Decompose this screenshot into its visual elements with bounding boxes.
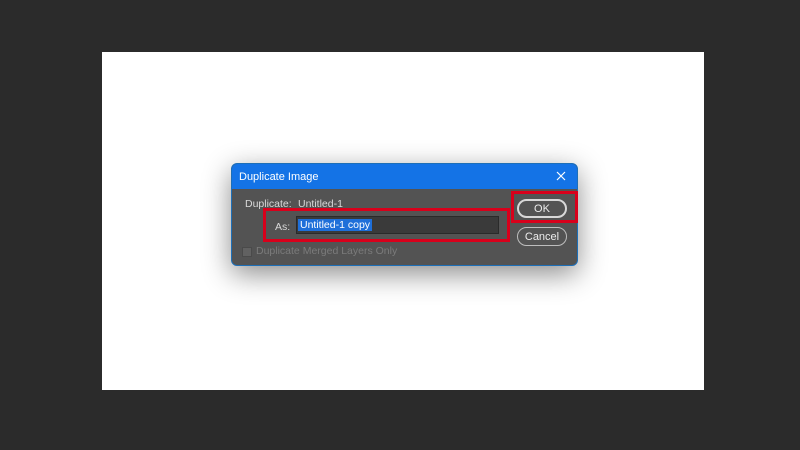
dialog-titlebar: Duplicate Image — [232, 164, 577, 189]
merged-layers-checkbox[interactable] — [242, 247, 252, 257]
as-field-highlight-box — [263, 208, 510, 242]
close-icon[interactable] — [551, 166, 571, 186]
merged-layers-label: Duplicate Merged Layers Only — [256, 245, 398, 257]
ok-highlight-box — [511, 191, 578, 223]
dialog-title: Duplicate Image — [239, 171, 319, 183]
cancel-button[interactable]: Cancel — [517, 227, 567, 246]
